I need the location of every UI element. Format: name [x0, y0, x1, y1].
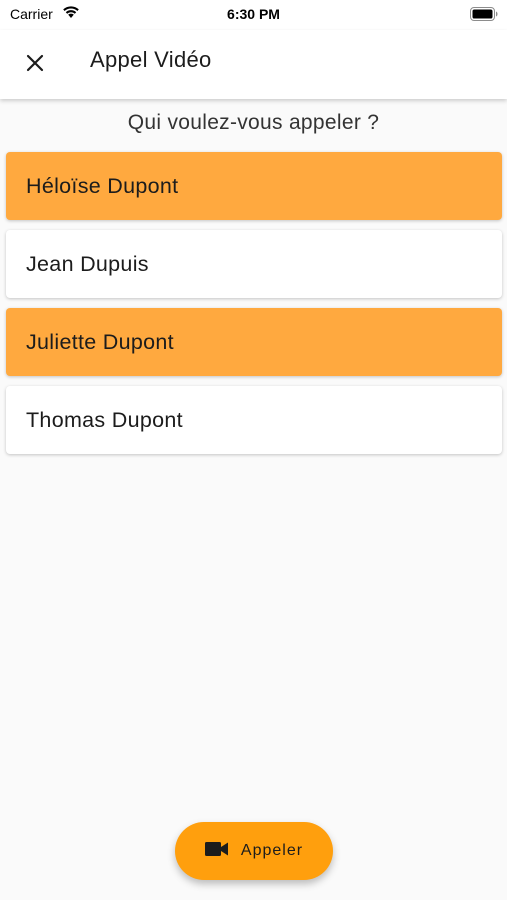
battery-icon — [470, 7, 498, 26]
contact-item[interactable]: Juliette Dupont — [6, 308, 502, 376]
call-button[interactable]: Appeler — [175, 822, 333, 880]
contact-item[interactable]: Jean Dupuis — [6, 230, 502, 298]
contact-item[interactable]: Thomas Dupont — [6, 386, 502, 454]
contact-name: Juliette Dupont — [26, 329, 174, 354]
contact-list: Héloïse Dupont Jean Dupuis Juliette Dupo… — [6, 152, 502, 464]
video-camera-icon — [204, 841, 229, 862]
contact-name: Thomas Dupont — [26, 407, 183, 432]
call-prompt: Qui voulez-vous appeler ? — [127, 111, 380, 134]
status-bar: Carrier 6:30 PM — [0, 0, 507, 30]
close-icon — [26, 54, 44, 77]
call-button-label: Appeler — [240, 842, 304, 859]
close-button[interactable] — [14, 44, 56, 86]
page-title: Appel Vidéo — [90, 47, 212, 72]
contact-item[interactable]: Héloïse Dupont — [6, 152, 502, 220]
status-time: 6:30 PM — [227, 6, 280, 22]
app-bar: Appel Vidéo — [0, 30, 507, 99]
contact-name: Jean Dupuis — [26, 251, 149, 276]
contact-name: Héloïse Dupont — [26, 173, 179, 198]
